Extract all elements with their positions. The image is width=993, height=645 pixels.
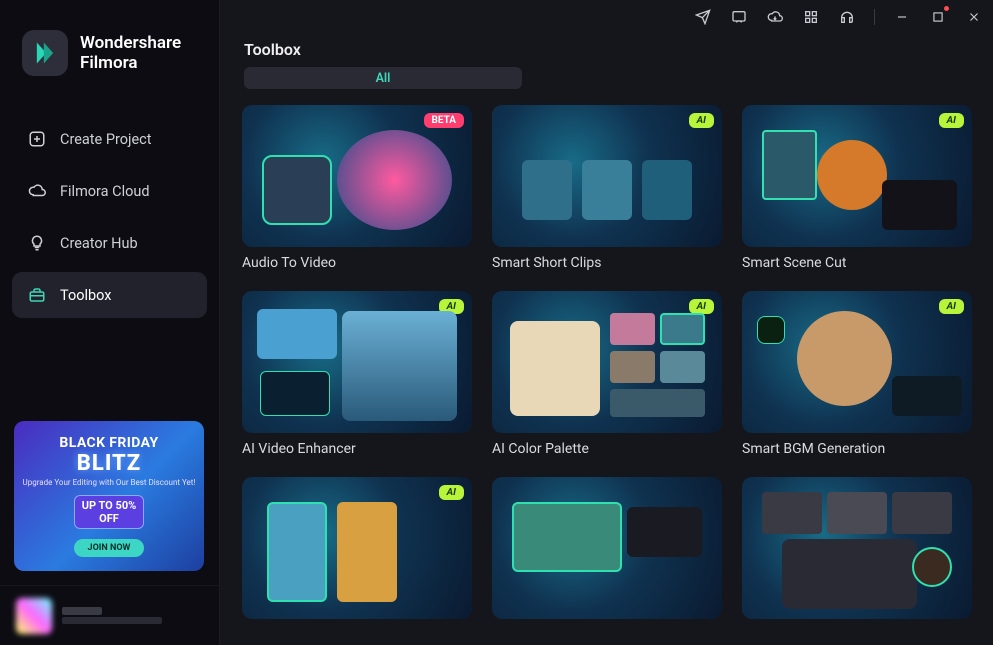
avatar	[16, 598, 52, 634]
card-smart-scene-cut[interactable]: AI Smart Scene Cut	[742, 105, 972, 271]
page-title: Toolbox	[220, 30, 993, 67]
user-account-row[interactable]	[0, 585, 219, 645]
promo-line1: BLACK FRIDAY	[59, 435, 158, 451]
ai-badge: AI	[939, 299, 964, 314]
sidebar-item-creator-hub[interactable]: Creator Hub	[12, 220, 207, 266]
sidebar-nav: Create Project Filmora Cloud Creator Hub…	[0, 106, 219, 318]
card-partial-3[interactable]	[742, 477, 972, 619]
card-label: Smart Short Clips	[492, 255, 722, 271]
promo-line2: BLITZ	[77, 451, 141, 476]
send-icon[interactable]	[694, 8, 712, 26]
card-thumb: AI	[242, 291, 472, 433]
ai-badge: AI	[439, 485, 464, 500]
minimize-icon[interactable]	[893, 8, 911, 26]
toolbox-grid: BETA Audio To Video AI Smart Short Clips…	[220, 105, 993, 619]
card-partial-1[interactable]: AI	[242, 477, 472, 619]
card-thumb: BETA	[242, 105, 472, 247]
toolbox-icon	[28, 286, 46, 304]
sidebar-item-create-project[interactable]: Create Project	[12, 116, 207, 162]
apps-grid-icon[interactable]	[802, 8, 820, 26]
beta-badge: BETA	[424, 113, 465, 128]
promo-discount: UP TO 50% OFF	[74, 495, 144, 529]
plus-square-icon	[28, 130, 46, 148]
ai-badge: AI	[939, 113, 964, 128]
card-label: AI Video Enhancer	[242, 441, 472, 457]
cloud-download-icon[interactable]	[766, 8, 784, 26]
logo-mark-icon	[22, 30, 68, 76]
headset-icon[interactable]	[838, 8, 856, 26]
promo-cta-button[interactable]: JOIN NOW	[74, 539, 145, 557]
card-smart-short-clips[interactable]: AI Smart Short Clips	[492, 105, 722, 271]
card-thumb: AI	[242, 477, 472, 619]
card-thumb: AI	[492, 105, 722, 247]
card-smart-bgm-generation[interactable]: AI Smart BGM Generation	[742, 291, 972, 457]
card-thumb: AI	[742, 291, 972, 433]
tab-all[interactable]: All	[244, 67, 522, 89]
sidebar-item-filmora-cloud[interactable]: Filmora Cloud	[12, 168, 207, 214]
sidebar-item-label: Create Project	[60, 131, 152, 148]
card-label: Audio To Video	[242, 255, 472, 271]
ai-badge: AI	[689, 113, 714, 128]
card-ai-video-enhancer[interactable]: AI AI Video Enhancer	[242, 291, 472, 457]
card-thumb	[492, 477, 722, 619]
sidebar-item-label: Creator Hub	[60, 235, 138, 252]
card-thumb	[742, 477, 972, 619]
window-titlebar	[220, 0, 993, 30]
ai-badge: AI	[689, 299, 714, 314]
card-partial-2[interactable]	[492, 477, 722, 619]
sidebar-item-label: Toolbox	[60, 287, 111, 304]
titlebar-separator	[874, 9, 875, 25]
card-label: Smart Scene Cut	[742, 255, 972, 271]
card-thumb: AI	[492, 291, 722, 433]
sidebar-item-toolbox[interactable]: Toolbox	[12, 272, 207, 318]
card-audio-to-video[interactable]: BETA Audio To Video	[242, 105, 472, 271]
promo-subtitle: Upgrade Your Editing with Our Best Disco…	[23, 478, 196, 487]
cloud-icon	[28, 182, 46, 200]
card-label: AI Color Palette	[492, 441, 722, 457]
user-text-placeholder	[62, 607, 162, 624]
toolbox-tabbar: All	[220, 67, 993, 105]
card-ai-color-palette[interactable]: AI AI Color Palette	[492, 291, 722, 457]
brand-line1: Wondershare	[80, 33, 181, 53]
sidebar-item-label: Filmora Cloud	[60, 183, 150, 200]
logo-text: Wondershare Filmora	[80, 33, 181, 74]
brand-line2: Filmora	[80, 53, 181, 73]
promo-banner[interactable]: BLACK FRIDAY BLITZ Upgrade Your Editing …	[14, 421, 204, 571]
app-logo: Wondershare Filmora	[0, 0, 219, 106]
main-content: Toolbox All BETA Audio To Video AI Smart…	[220, 0, 993, 645]
bulb-icon	[28, 234, 46, 252]
maximize-icon[interactable]	[929, 8, 947, 26]
close-icon[interactable]	[965, 8, 983, 26]
card-label: Smart BGM Generation	[742, 441, 972, 457]
sidebar: Wondershare Filmora Create Project Filmo…	[0, 0, 220, 645]
card-thumb: AI	[742, 105, 972, 247]
feedback-icon[interactable]	[730, 8, 748, 26]
